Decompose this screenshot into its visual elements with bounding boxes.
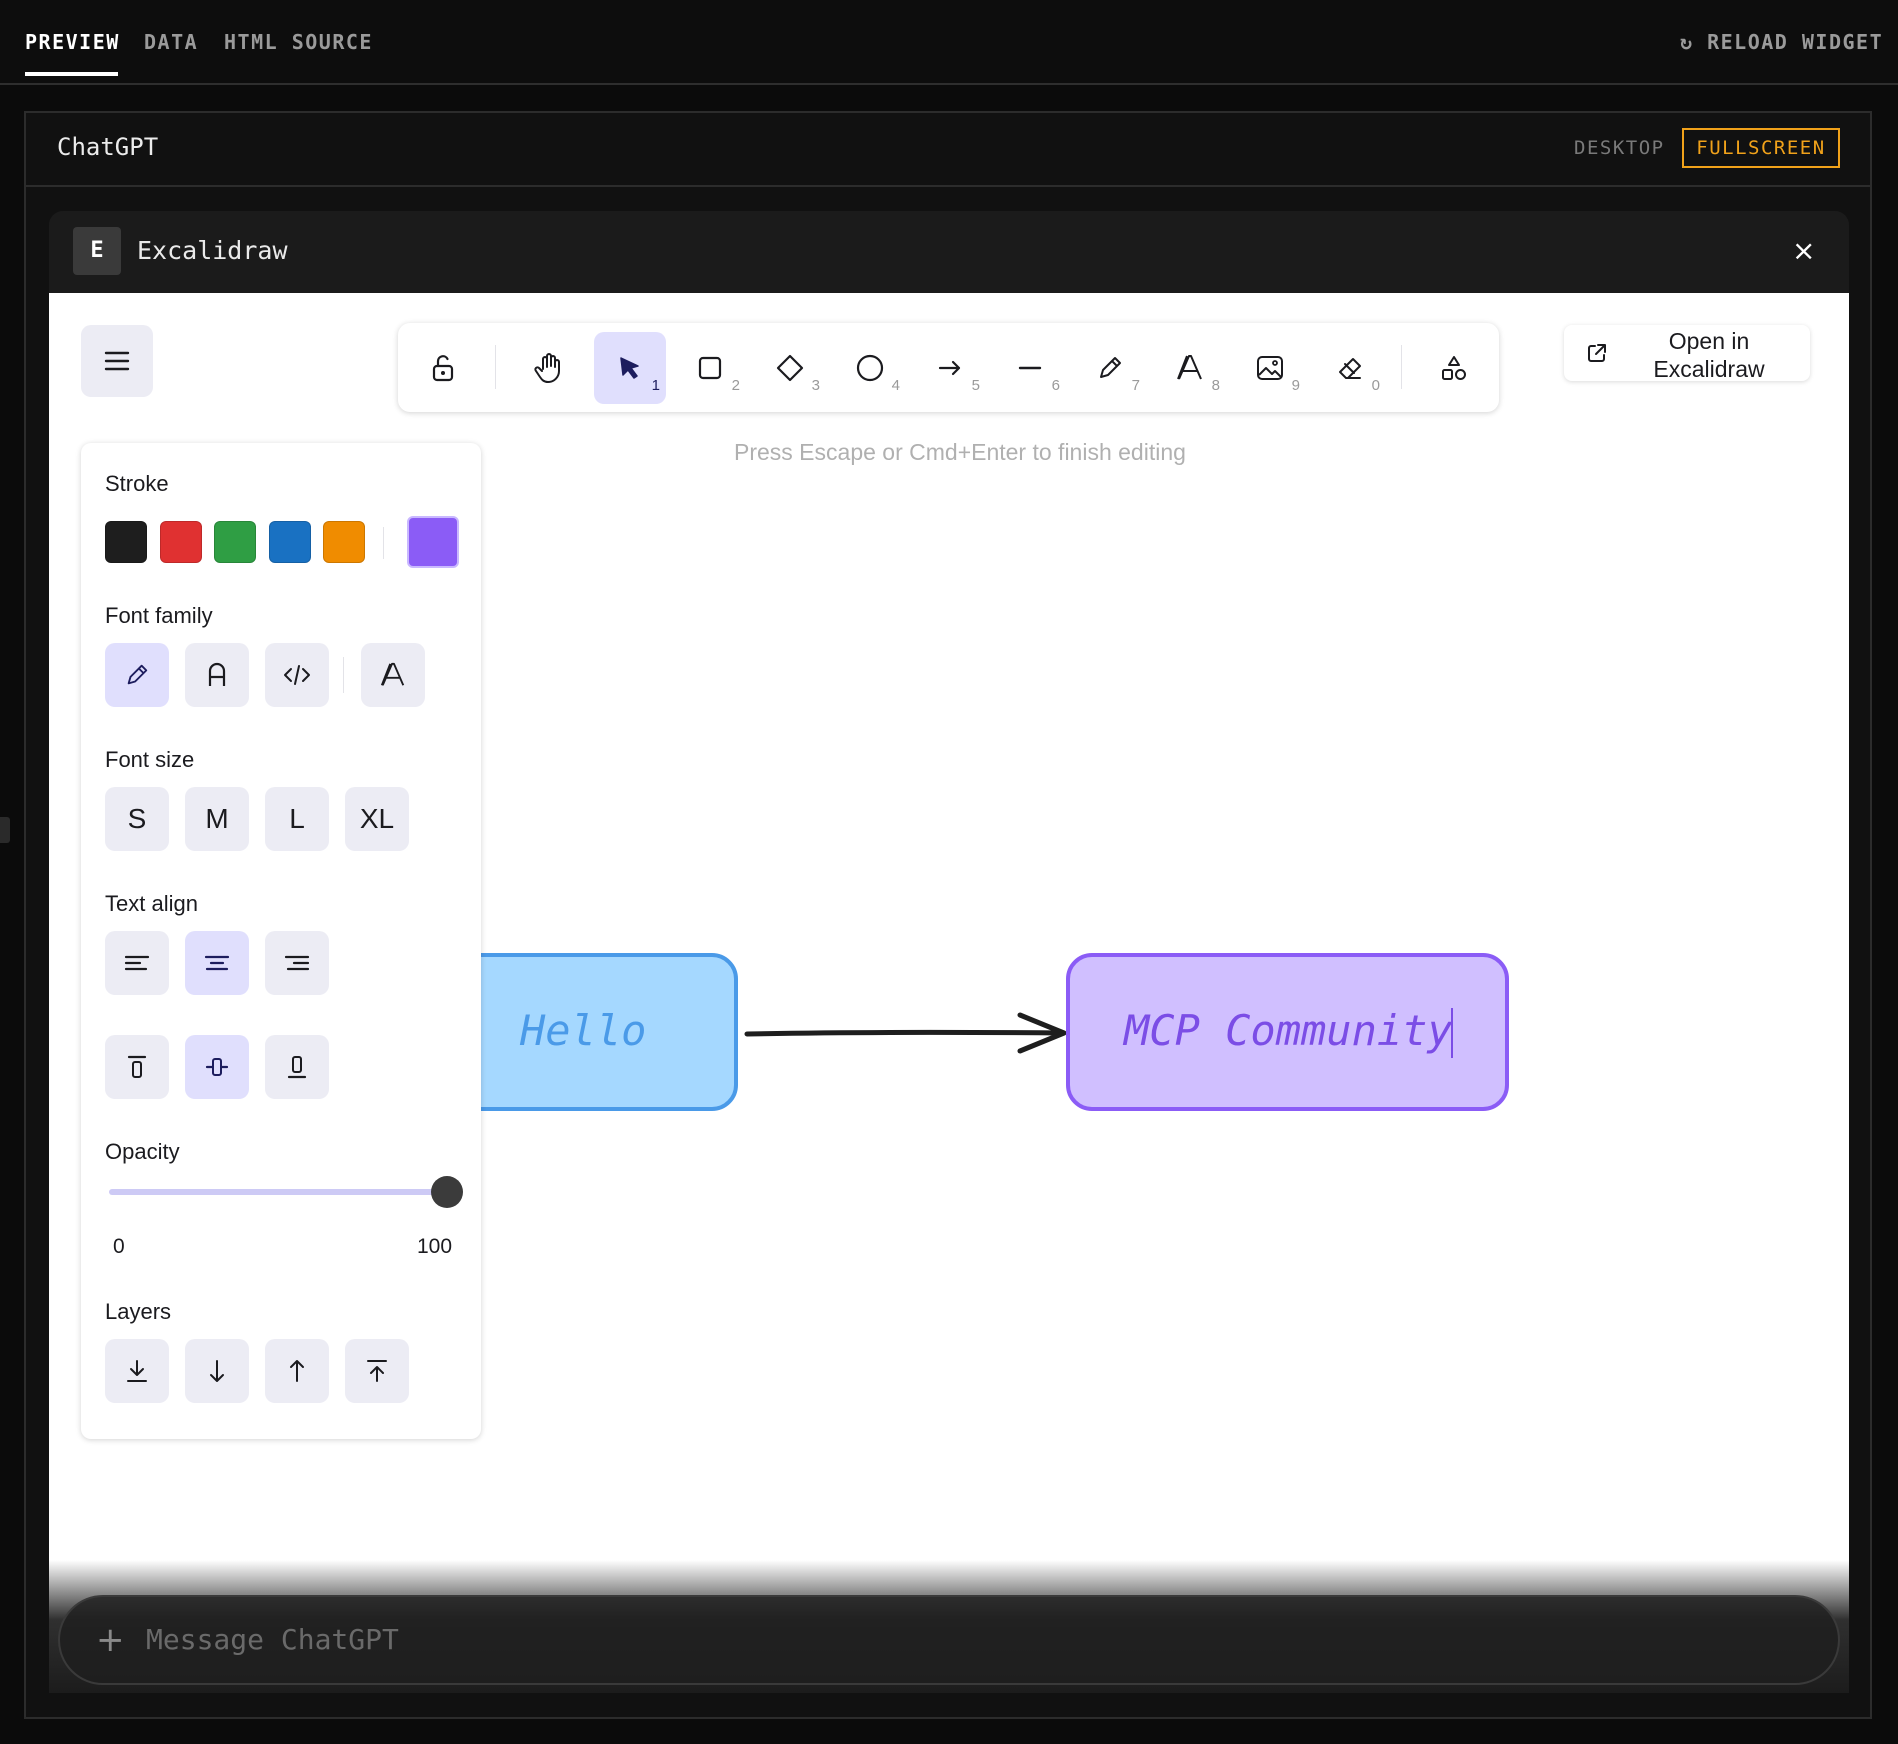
stroke-swatch-black[interactable] — [105, 521, 147, 563]
properties-panel: Stroke Font family Font size S M L XL Te… — [81, 443, 481, 1439]
font-family-divider — [343, 657, 344, 693]
side-drag-handle[interactable] — [0, 817, 10, 843]
align-right-icon — [284, 955, 310, 971]
font-size-m[interactable]: M — [185, 787, 249, 851]
close-icon[interactable]: × — [1792, 234, 1815, 267]
normal-font-icon — [208, 662, 226, 686]
stroke-label: Stroke — [105, 471, 169, 496]
arrow-down-icon — [210, 1360, 224, 1382]
stroke-swatch-orange[interactable] — [323, 521, 365, 563]
fullscreen-mode-button[interactable]: FULLSCREEN — [1682, 128, 1840, 168]
frame-title: ChatGPT — [57, 133, 159, 161]
font-family-more[interactable] — [361, 643, 425, 707]
valign-bottom-button[interactable] — [265, 1035, 329, 1099]
reload-widget-button[interactable]: ↻ RELOAD WIDGET — [1680, 30, 1883, 54]
widget-badge: E — [73, 227, 121, 275]
tab-html-source[interactable]: HTML SOURCE — [224, 30, 373, 54]
desktop-mode-button[interactable]: DESKTOP — [1574, 137, 1665, 159]
stroke-swatch-red[interactable] — [160, 521, 202, 563]
stroke-swatch-blue[interactable] — [269, 521, 311, 563]
align-left-icon — [124, 955, 150, 971]
swatch-divider — [383, 527, 384, 559]
opacity-slider-thumb[interactable] — [431, 1176, 463, 1208]
widget-header — [49, 211, 1849, 293]
message-input-placeholder[interactable]: Message ChatGPT — [146, 1623, 399, 1656]
font-family-normal[interactable] — [185, 643, 249, 707]
valign-middle-button[interactable] — [185, 1035, 249, 1099]
excalidraw-canvas[interactable]: 1 2 3 4 5 6 7 8 9 0 Open in Excalidraw P… — [49, 293, 1849, 1693]
plus-icon[interactable]: + — [96, 1620, 125, 1660]
font-size-label: Font size — [105, 747, 195, 772]
valign-top-button[interactable] — [105, 1035, 169, 1099]
opacity-slider-track[interactable] — [109, 1189, 447, 1195]
text-align-label: Text align — [105, 891, 198, 916]
top-tab-bar: PREVIEW DATA HTML SOURCE ↻ RELOAD WIDGET — [0, 0, 1898, 85]
send-to-back-icon — [127, 1360, 147, 1382]
active-tab-indicator — [25, 72, 118, 76]
widget-title: Excalidraw — [137, 236, 288, 265]
layers-label: Layers — [105, 1299, 172, 1324]
align-left-button[interactable] — [105, 931, 169, 995]
opacity-max-label: 100 — [417, 1235, 453, 1258]
align-bottom-icon — [287, 1056, 307, 1079]
align-center-button[interactable] — [185, 931, 249, 995]
font-size-l[interactable]: L — [265, 787, 329, 851]
align-middle-icon — [205, 1058, 229, 1076]
arrow-up-icon — [290, 1360, 304, 1382]
stroke-current-color[interactable] — [407, 516, 459, 568]
font-size-xl[interactable]: XL — [345, 787, 409, 851]
font-size-s[interactable]: S — [105, 787, 169, 851]
bring-to-front-button[interactable] — [345, 1339, 409, 1403]
send-to-back-button[interactable] — [105, 1339, 169, 1403]
tab-data[interactable]: DATA — [144, 30, 198, 54]
bring-to-front-icon — [367, 1360, 387, 1382]
font-family-label: Font family — [105, 603, 213, 628]
send-backward-button[interactable] — [185, 1339, 249, 1403]
align-top-icon — [127, 1055, 147, 1078]
align-center-icon — [204, 955, 230, 971]
opacity-min-label: 0 — [113, 1235, 125, 1258]
opacity-label: Opacity — [105, 1139, 180, 1164]
tab-preview[interactable]: PREVIEW — [25, 30, 120, 54]
pencil-icon — [127, 664, 148, 685]
mcp-community-text[interactable]: MCP Community — [1124, 1006, 1453, 1055]
code-icon — [284, 665, 310, 685]
align-right-button[interactable] — [265, 931, 329, 995]
stroke-swatch-green[interactable] — [214, 521, 256, 563]
font-family-code[interactable] — [265, 643, 329, 707]
text-cursor — [1451, 1008, 1453, 1058]
text-icon — [380, 662, 405, 686]
bring-forward-button[interactable] — [265, 1339, 329, 1403]
font-family-handdrawn[interactable] — [105, 643, 169, 707]
